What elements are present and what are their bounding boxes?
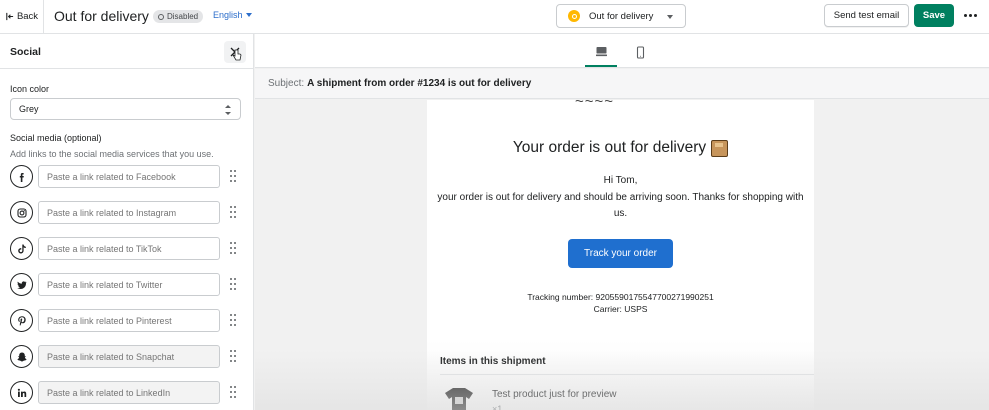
icon-color-value: Grey	[19, 104, 39, 114]
pinterest-link-input[interactable]	[38, 309, 220, 332]
drag-handle-icon[interactable]	[230, 350, 236, 363]
instagram-icon	[10, 201, 33, 224]
subject-value: A shipment from order #1234 is out for d…	[307, 78, 532, 89]
email-greeting: Hi Tom,	[603, 175, 638, 186]
email-preview-canvas: ~~~~ Your order is out for delivery Hi T…	[255, 100, 989, 410]
back-button[interactable]: Back	[0, 0, 44, 33]
track-order-button[interactable]: Track your order	[568, 239, 673, 268]
icon-color-select[interactable]: Grey	[10, 98, 241, 120]
social-row-twitter	[10, 273, 242, 297]
facebook-link-input[interactable]	[38, 165, 220, 188]
language-select[interactable]: English	[213, 10, 252, 20]
sidebar: Social Icon color Grey Social media (opt…	[0, 34, 254, 410]
status-dot-icon	[158, 13, 164, 20]
social-row-facebook	[10, 165, 242, 189]
select-arrows-icon	[225, 105, 231, 115]
more-actions-icon[interactable]	[960, 7, 980, 23]
drag-handle-icon[interactable]	[230, 242, 236, 255]
email-heading: Your order is out for delivery	[427, 139, 814, 157]
mobile-view-button[interactable]	[624, 37, 656, 67]
desktop-icon	[595, 46, 607, 56]
icon-color-label: Icon color	[10, 84, 50, 94]
sidebar-header: Social	[0, 34, 253, 69]
tiktok-icon	[10, 237, 33, 260]
social-row-snapchat	[10, 345, 242, 369]
drag-handle-icon[interactable]	[230, 206, 236, 219]
product-name: Test product just for preview	[492, 389, 617, 400]
back-label: Back	[16, 11, 39, 22]
drag-handle-icon[interactable]	[230, 386, 236, 399]
email-body: your order is out for delivery and shoul…	[437, 192, 804, 219]
sidebar-title: Social	[10, 46, 41, 58]
subject-bar: Subject: A shipment from order #1234 is …	[255, 69, 989, 99]
social-row-pinterest	[10, 309, 242, 333]
items-title: Items in this shipment	[440, 356, 546, 367]
linkedin-link-input[interactable]	[38, 381, 220, 404]
status-badge-label: Disabled	[167, 12, 199, 21]
language-label: English	[213, 10, 243, 20]
linkedin-icon	[10, 381, 33, 404]
chevron-down-icon	[245, 13, 252, 17]
instagram-link-input[interactable]	[38, 201, 220, 224]
mouse-cursor-icon	[232, 49, 242, 61]
tiktok-link-input[interactable]	[38, 237, 220, 260]
subject-label: Subject:	[268, 78, 305, 89]
mobile-icon	[636, 45, 644, 59]
carrier: Carrier: USPS	[593, 304, 648, 314]
save-button[interactable]: Save	[914, 4, 954, 27]
social-media-label: Social media (optional)	[10, 133, 102, 143]
social-row-tiktok	[10, 237, 242, 261]
product-image	[445, 388, 473, 410]
drag-handle-icon[interactable]	[230, 278, 236, 291]
template-select[interactable]: Out for delivery	[556, 4, 686, 28]
template-status-icon	[568, 10, 580, 22]
twitter-icon	[10, 273, 33, 296]
top-bar: Back Out for delivery Disabled English O…	[0, 0, 989, 34]
pinterest-icon	[10, 309, 33, 332]
social-row-instagram	[10, 201, 242, 225]
facebook-icon	[10, 165, 33, 188]
twitter-link-input[interactable]	[38, 273, 220, 296]
divider	[440, 374, 814, 375]
email-card: ~~~~ Your order is out for delivery Hi T…	[427, 100, 814, 410]
desktop-view-button[interactable]	[585, 37, 617, 67]
product-quantity: ×1	[492, 404, 503, 410]
social-row-linkedin	[10, 381, 242, 405]
snapchat-icon	[10, 345, 33, 368]
send-test-email-button[interactable]: Send test email	[824, 4, 909, 27]
drag-handle-icon[interactable]	[230, 314, 236, 327]
preview-toolbar	[255, 34, 989, 68]
template-select-label: Out for delivery	[589, 10, 654, 22]
drag-handle-icon[interactable]	[230, 170, 236, 183]
chevron-down-icon	[667, 15, 673, 19]
shop-logo-icon: ~~~~	[575, 100, 615, 110]
page-title: Out for delivery	[54, 8, 149, 24]
tracking-info: Tracking number: 92055901755477002719902…	[427, 291, 814, 315]
tracking-number: Tracking number: 92055901755477002719902…	[527, 292, 714, 302]
status-badge: Disabled	[153, 10, 204, 23]
email-heading-text: Your order is out for delivery	[512, 139, 707, 156]
social-media-help-text: Add links to the social media services t…	[10, 149, 214, 159]
package-icon	[711, 139, 729, 157]
snapchat-link-input[interactable]	[38, 345, 220, 368]
items-section-bg	[427, 340, 814, 410]
back-arrow-icon	[6, 12, 14, 21]
